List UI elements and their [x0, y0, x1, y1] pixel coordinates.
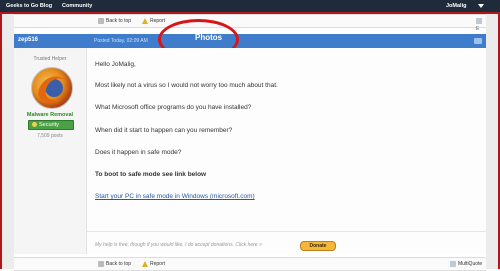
post-header-bar: zep516 Posted Today, 02:09 AM Photos [14, 33, 486, 48]
post-timestamp: Posted Today, 02:09 AM [94, 38, 148, 44]
right-gutter [486, 14, 498, 269]
message-line: Most likely not a virus so I would not w… [95, 82, 278, 89]
report-button[interactable]: Report [142, 260, 165, 268]
group-badge: Security [28, 120, 74, 130]
nav-community-link[interactable]: Community [62, 3, 92, 9]
message-line: What Microsoft office programs do you ha… [95, 104, 252, 111]
user-title: Trusted Helper [33, 56, 67, 62]
warning-icon [142, 260, 148, 267]
firefox-logo-icon [38, 76, 66, 103]
author-panel: Trusted Helper Malware Removal Security … [14, 48, 87, 254]
message-line: Hello JoMalig, [95, 61, 136, 68]
message-line: When did it start to happen can you reme… [95, 127, 233, 134]
back-to-top-button[interactable]: Back to top [98, 17, 131, 25]
multiquote-button[interactable]: MultiQuote [450, 260, 482, 268]
multiquote-button-top[interactable]: E [476, 17, 486, 32]
donate-button[interactable]: Donate [300, 241, 336, 251]
back-to-top-button[interactable]: Back to top [98, 260, 131, 268]
chevron-down-icon[interactable] [478, 4, 484, 8]
report-button[interactable]: Report [142, 17, 165, 25]
quote-icon [450, 260, 456, 267]
safe-mode-link[interactable]: Start your PC in safe mode in Windows (m… [95, 193, 255, 200]
shield-icon [32, 122, 37, 128]
page-icon [98, 17, 104, 24]
left-gutter [2, 14, 14, 269]
post-toolbar-top: Back to top Report E [14, 14, 486, 32]
message-line: Does it happen in safe mode? [95, 149, 182, 156]
share-icon[interactable] [474, 38, 482, 44]
page-icon [98, 260, 104, 267]
warning-icon [142, 17, 148, 24]
message-heading: To boot to safe mode see link below [95, 171, 207, 178]
signature-divider [86, 231, 486, 232]
post-count: 7,509 posts [37, 133, 63, 139]
nav-user-menu[interactable]: JoMalig [446, 3, 466, 9]
top-nav-bar: Geeks to Go Blog Community JoMalig [0, 0, 500, 12]
signature-text: My help is free, though if you would lik… [95, 242, 262, 248]
quote-icon [476, 17, 482, 24]
nav-blog-link[interactable]: Geeks to Go Blog [6, 3, 52, 9]
post-author-name[interactable]: zep516 [18, 37, 38, 43]
avatar[interactable] [31, 67, 73, 109]
badge-label: Malware Removal [26, 112, 74, 118]
